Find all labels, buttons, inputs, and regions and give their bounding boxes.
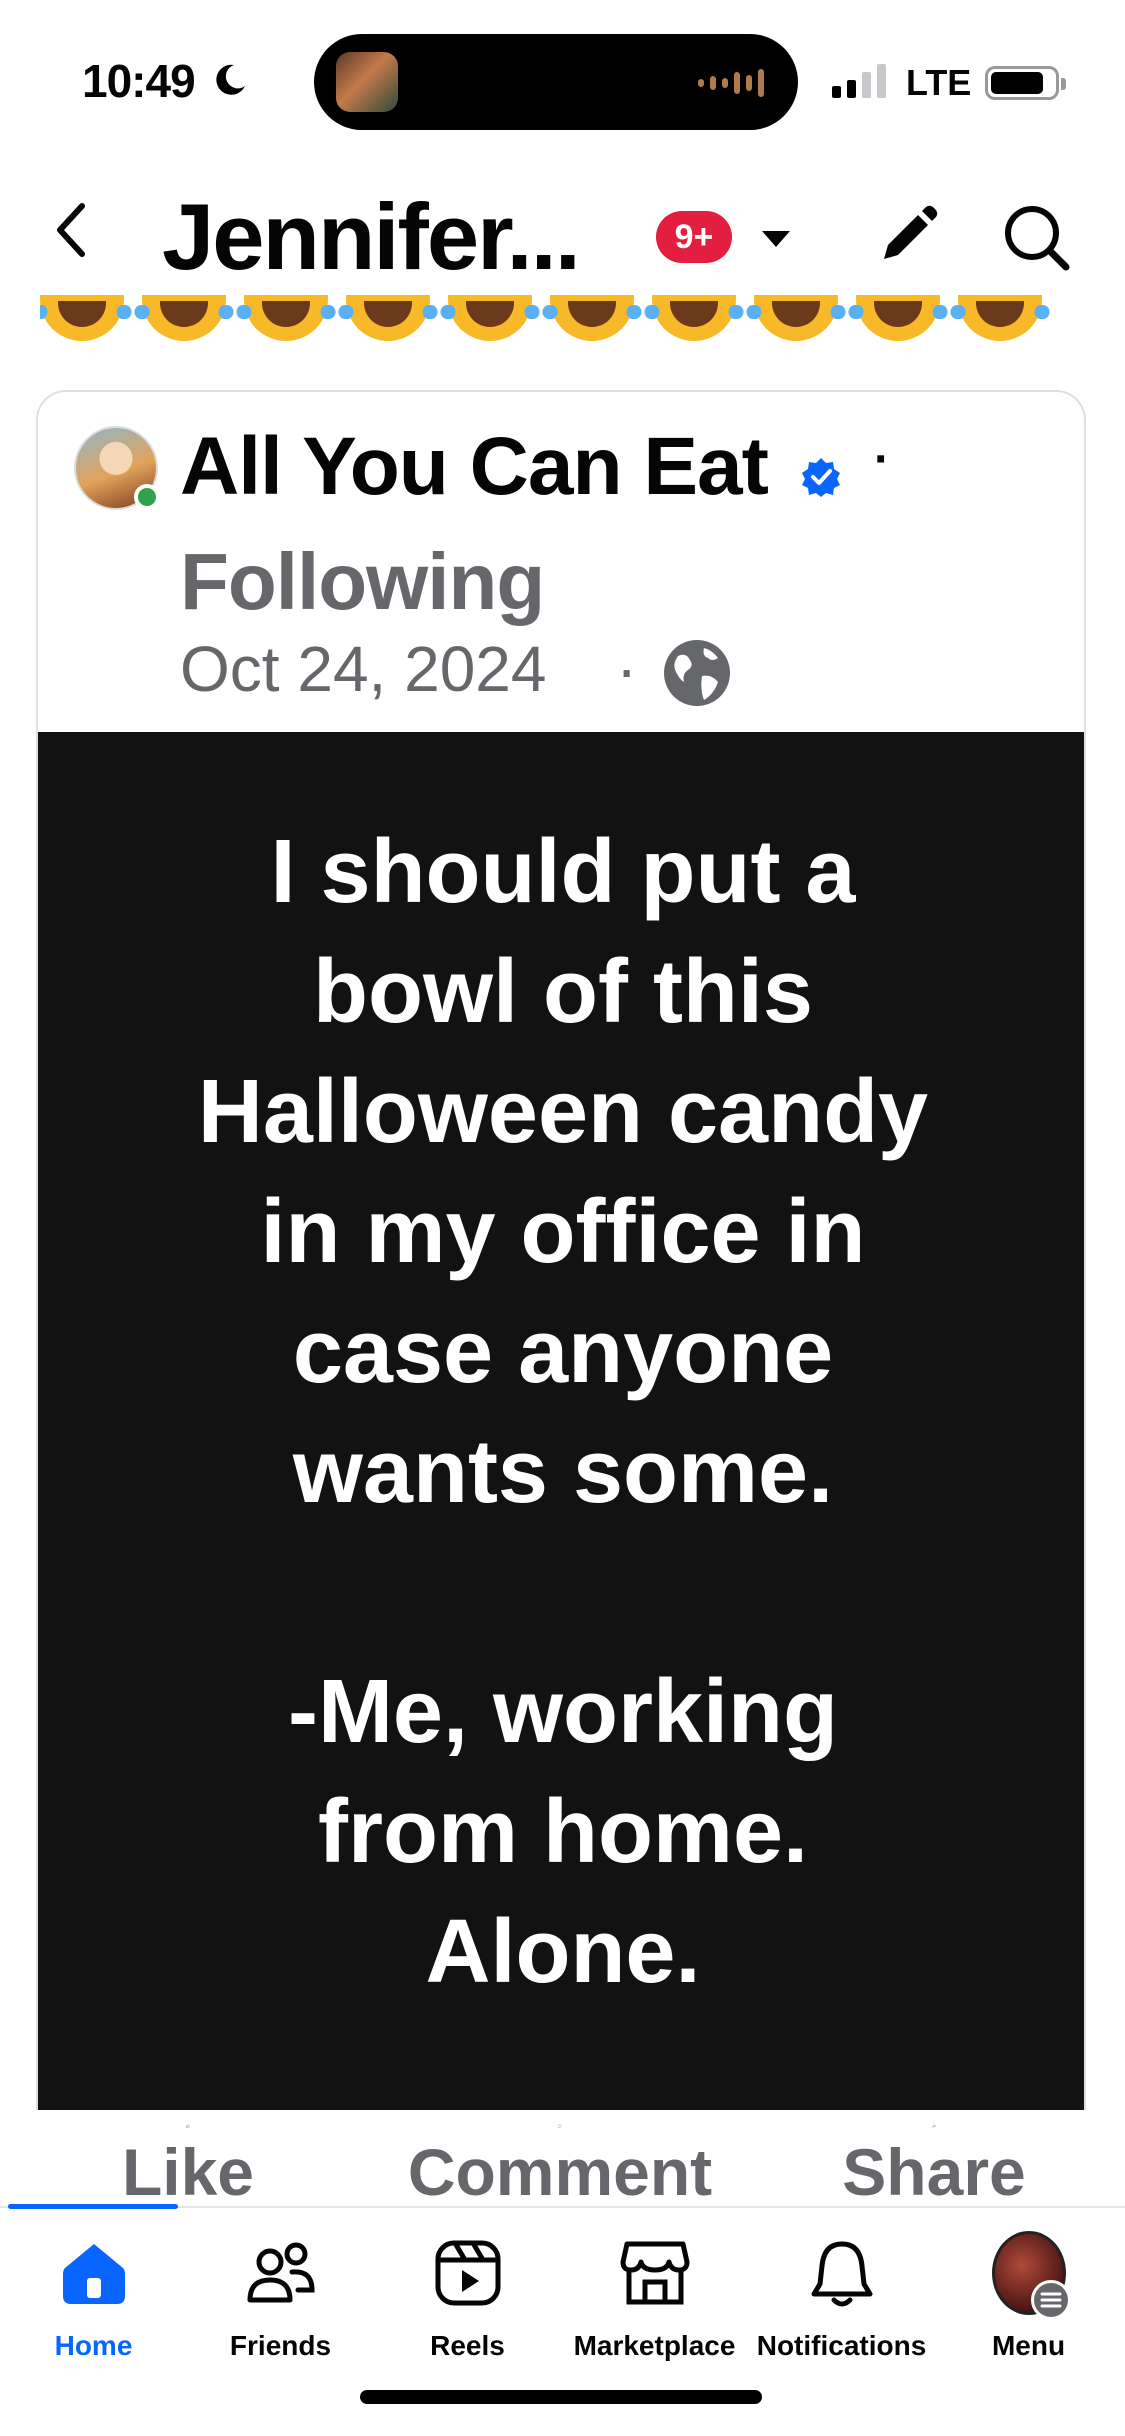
verified-badge-icon bbox=[802, 458, 840, 497]
nav-notifications-label: Notifications bbox=[756, 2330, 927, 2361]
nav-marketplace[interactable]: Marketplace bbox=[561, 2236, 748, 2362]
back-button[interactable] bbox=[40, 195, 100, 265]
laughing-emoji-icon bbox=[950, 295, 1050, 341]
online-indicator bbox=[134, 484, 160, 510]
laughing-emoji-icon bbox=[542, 295, 642, 341]
nav-menu[interactable]: Menu bbox=[935, 2231, 1122, 2362]
date-separator: · bbox=[616, 633, 638, 705]
shared-post-card[interactable]: All You Can Eat · Following Oct 24, 2024… bbox=[36, 390, 1086, 2110]
text-post-background[interactable]: I should put a bowl of this Halloween ca… bbox=[38, 732, 1084, 2110]
nav-reels[interactable]: Reels bbox=[374, 2236, 561, 2362]
laughing-emoji-icon bbox=[440, 295, 540, 341]
share-button[interactable]: Share bbox=[754, 2110, 1114, 2210]
nav-friends[interactable]: Friends bbox=[187, 2236, 374, 2362]
caret-down-icon[interactable] bbox=[756, 223, 796, 253]
laughing-emoji-icon bbox=[134, 295, 234, 341]
share-icon bbox=[932, 2124, 936, 2128]
nav-notifications[interactable]: Notifications bbox=[748, 2236, 935, 2362]
pencil-icon[interactable] bbox=[872, 201, 942, 271]
signal-icon bbox=[832, 62, 886, 98]
laughing-emoji-icon bbox=[40, 295, 132, 341]
laughing-emoji-icon bbox=[338, 295, 438, 341]
search-icon[interactable] bbox=[1000, 201, 1072, 273]
like-icon bbox=[186, 2124, 190, 2128]
comment-label: Comment bbox=[407, 2135, 713, 2209]
comment-icon bbox=[558, 2124, 562, 2128]
share-label: Share bbox=[842, 2135, 1026, 2209]
moon-icon bbox=[216, 64, 245, 95]
separator-dot: · bbox=[874, 433, 890, 486]
network-type: LTE bbox=[906, 62, 972, 103]
comment-button[interactable]: Comment bbox=[380, 2110, 740, 2210]
post-text: I should put a bowl of this Halloween ca… bbox=[197, 822, 929, 2002]
audio-waveform-icon bbox=[698, 68, 764, 98]
nav-reels-label: Reels bbox=[430, 2330, 505, 2361]
emoji-row bbox=[40, 295, 1090, 353]
laughing-emoji-icon bbox=[644, 295, 744, 341]
active-tab-indicator bbox=[8, 2204, 178, 2209]
laughing-emoji-icon bbox=[746, 295, 846, 341]
nav-home-label: Home bbox=[54, 2330, 133, 2361]
globe-icon bbox=[664, 640, 730, 706]
nav-marketplace-label: Marketplace bbox=[573, 2330, 736, 2361]
page-title[interactable]: Jennifer... bbox=[162, 183, 581, 291]
home-indicator[interactable] bbox=[360, 2390, 762, 2404]
dynamic-island[interactable] bbox=[314, 34, 798, 130]
menu-icon bbox=[1030, 2280, 1071, 2320]
home-icon bbox=[57, 2236, 131, 2310]
bell-icon bbox=[805, 2236, 879, 2310]
page-name[interactable]: All You Can Eat bbox=[180, 420, 769, 514]
nav-friends-label: Friends bbox=[229, 2330, 332, 2361]
marketplace-icon bbox=[618, 2236, 692, 2310]
friends-icon bbox=[244, 2236, 318, 2310]
group-header: Jennifer... 9+ bbox=[0, 165, 1125, 305]
like-label: Like bbox=[121, 2135, 255, 2209]
post-action-bar: Like Comment Share bbox=[0, 2110, 1125, 2210]
menu-profile-avatar bbox=[991, 2231, 1071, 2320]
post-date[interactable]: Oct 24, 2024 bbox=[180, 632, 546, 706]
battery-icon bbox=[985, 66, 1066, 100]
status-bar: 10:49 LTE bbox=[0, 0, 1125, 165]
nav-menu-label: Menu bbox=[991, 2330, 1066, 2361]
status-time: 10:49 bbox=[82, 55, 196, 107]
notification-badge[interactable]: 9+ bbox=[656, 211, 732, 263]
back-chevron-icon bbox=[57, 203, 85, 257]
reels-icon bbox=[431, 2236, 505, 2310]
now-playing-thumbnail bbox=[336, 52, 398, 112]
laughing-emoji-icon bbox=[848, 295, 948, 341]
laughing-emoji-icon bbox=[236, 295, 336, 341]
nav-home[interactable]: Home bbox=[0, 2236, 187, 2362]
like-button[interactable]: Like bbox=[8, 2110, 368, 2210]
follow-status[interactable]: Following bbox=[180, 536, 545, 628]
